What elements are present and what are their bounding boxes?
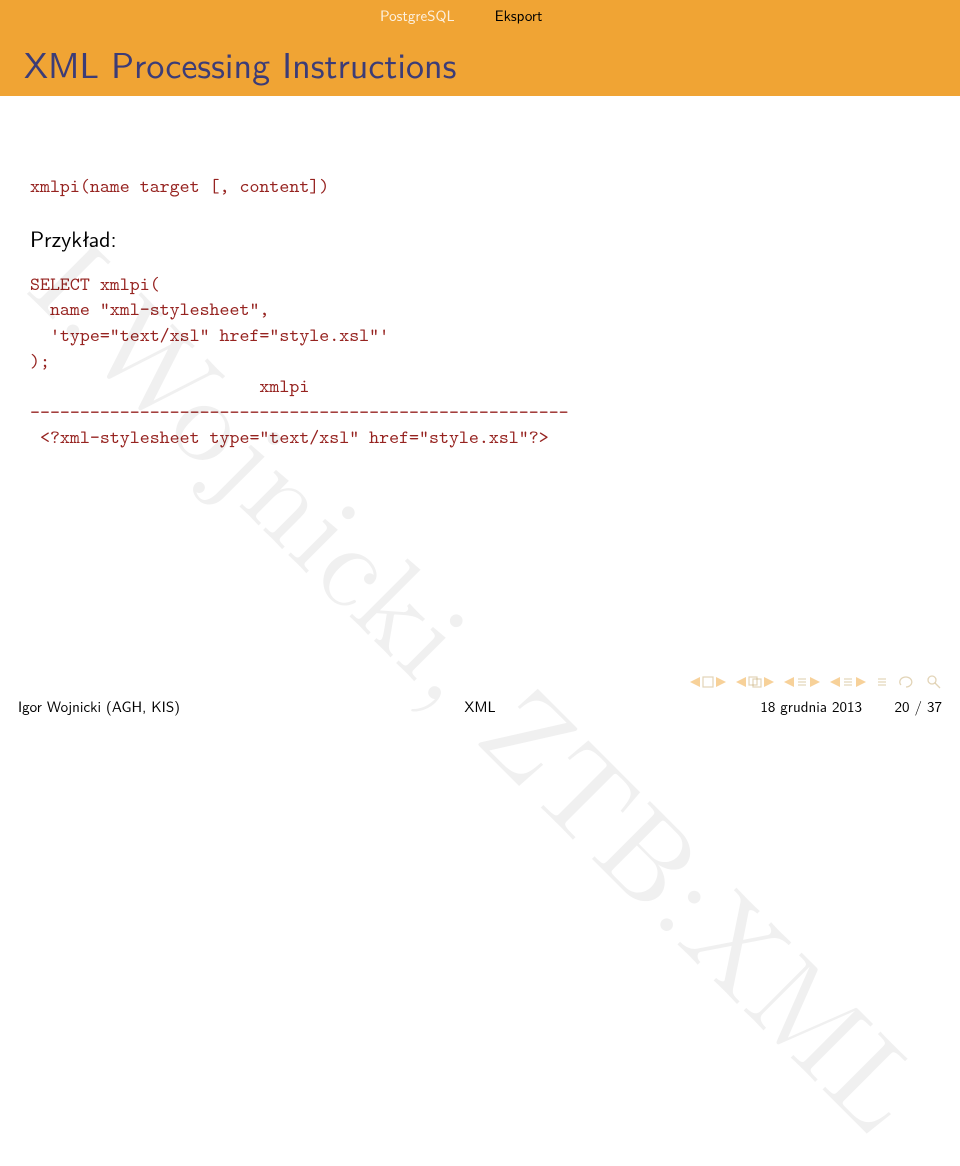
tab-eksport[interactable]: Eksport [495, 4, 543, 26]
title-bar: XML Processing Instructions [0, 30, 960, 96]
lines-icon [796, 676, 808, 688]
page-title: XML Processing Instructions [24, 37, 456, 90]
triangle-right-icon [764, 677, 774, 687]
tab-postgresql[interactable]: PostgreSQL [380, 4, 455, 26]
footer-author: Igor Wojnicki (AGH, KIS) [18, 695, 180, 717]
lines-icon [842, 676, 854, 688]
breadcrumb-bar: PostgreSQL Eksport [0, 0, 960, 30]
nav-back[interactable] [784, 676, 820, 688]
footer-right: 18 grudnia 2013 20 / 37 [760, 695, 942, 717]
code-block: SELECT xmlpi( name "xml-stylesheet", 'ty… [30, 272, 930, 451]
undo-icon [898, 675, 916, 689]
triangle-right-icon [716, 677, 726, 687]
nav-search[interactable] [926, 674, 942, 690]
nav-forward[interactable] [830, 676, 866, 688]
footer-page: 20 / 37 [895, 695, 943, 717]
box-icon [702, 676, 714, 688]
triangle-left-icon [784, 677, 794, 687]
example-label: Przykład: [30, 222, 930, 254]
search-icon [926, 674, 942, 690]
lines-icon [876, 676, 888, 688]
boxes-icon [748, 676, 762, 688]
triangle-left-icon [830, 677, 840, 687]
nav-controls [690, 674, 942, 690]
footer: Igor Wojnicki (AGH, KIS) XML 18 grudnia … [0, 692, 960, 720]
triangle-right-icon [856, 677, 866, 687]
nav-last[interactable] [876, 676, 888, 688]
slide-content: I.Wojnicki, ZTB:XML xmlpi(name target [,… [0, 96, 960, 451]
triangle-left-icon [736, 677, 746, 687]
nav-undo[interactable] [898, 675, 916, 689]
nav-first[interactable] [690, 676, 726, 688]
function-signature: xmlpi(name target [, content]) [30, 174, 930, 200]
footer-title: XML [464, 695, 495, 717]
triangle-right-icon [810, 677, 820, 687]
nav-prev[interactable] [736, 676, 774, 688]
triangle-left-icon [690, 677, 700, 687]
footer-date: 18 grudnia 2013 [760, 695, 862, 717]
